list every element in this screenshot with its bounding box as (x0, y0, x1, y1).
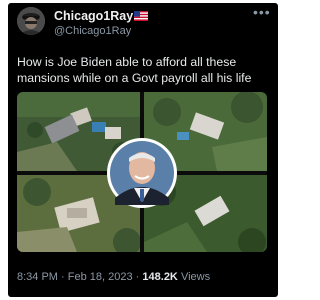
more-horizontal-icon[interactable]: ••• (253, 5, 271, 19)
meta-separator: · (135, 271, 140, 283)
tweet-text: How is Joe Biden able to afford all thes… (17, 55, 252, 85)
tweet-media[interactable] (17, 92, 267, 252)
avatar[interactable] (17, 7, 45, 35)
tweet-meta: 8:34 PM · Feb 18, 2023 · 148.2K Views (17, 270, 210, 284)
meta-separator: · (61, 271, 65, 283)
display-name[interactable]: Chicago1Ray (54, 8, 133, 24)
portrait-photo (107, 138, 177, 208)
collage-image (17, 92, 267, 252)
tweet-time[interactable]: 8:34 PM (17, 271, 58, 283)
views-label: Views (180, 271, 211, 283)
user-handle[interactable]: @Chicago1Ray (54, 24, 131, 38)
tweet-date[interactable]: Feb 18, 2023 (68, 271, 133, 283)
views-count[interactable]: 148.2K (142, 271, 177, 283)
us-flag-icon (134, 11, 148, 21)
avatar-image (17, 7, 45, 35)
